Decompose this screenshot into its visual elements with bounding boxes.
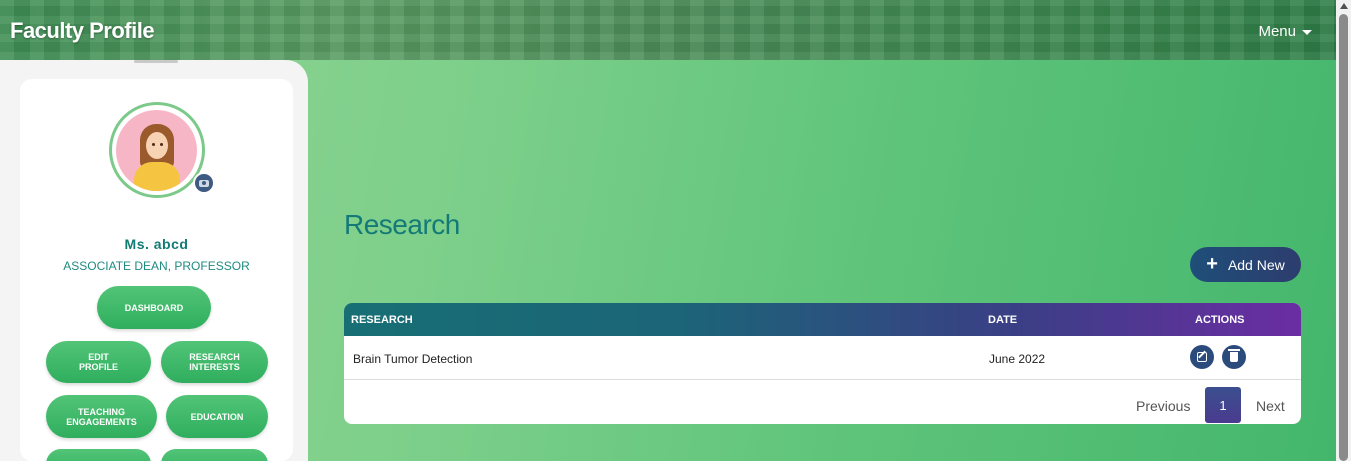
edit-profile-button[interactable]: EDIT PROFILE	[46, 341, 151, 383]
page-title: Research	[344, 209, 460, 240]
scroll-thumb[interactable]	[1339, 14, 1348, 461]
sidebar-button-partial[interactable]	[161, 449, 268, 461]
avatar	[116, 110, 197, 191]
avatar-body	[134, 162, 180, 191]
profile-name: Ms. abcd	[124, 236, 189, 252]
sidebar-button-partial[interactable]	[46, 449, 151, 461]
camera-icon	[199, 179, 209, 187]
column-header-date: DATE	[988, 314, 1018, 326]
table-row: Brain Tumor Detection June 2022	[344, 336, 1301, 380]
plus-icon: +	[1206, 252, 1218, 275]
page-number: 1	[1219, 397, 1227, 413]
research-table: RESEARCH DATE ACTIONS Brain Tumor Detect…	[344, 303, 1301, 424]
education-label: EDUCATION	[190, 411, 244, 422]
profile-role: ASSOCIATE DEAN, PROFESSOR	[63, 259, 250, 273]
scroll-up-arrow-icon[interactable]	[1340, 3, 1348, 9]
sidebar-handle	[134, 60, 178, 63]
column-header-research: RESEARCH	[351, 314, 413, 326]
edit-button[interactable]	[1190, 345, 1214, 369]
app-title[interactable]: Faculty Profile	[10, 18, 155, 44]
research-cell: Brain Tumor Detection	[353, 352, 473, 366]
add-new-button[interactable]: + Add New	[1190, 247, 1301, 282]
caret-down-icon	[1302, 30, 1312, 35]
date-cell: June 2022	[989, 352, 1046, 366]
research-interests-button[interactable]: RESEARCH INTERESTS	[161, 341, 268, 383]
edit-profile-label: EDIT PROFILE	[78, 352, 118, 372]
teaching-engagements-button[interactable]: TEACHING ENGAGEMENTS	[46, 395, 157, 438]
change-photo-button[interactable]	[193, 172, 215, 194]
pagination-previous[interactable]: Previous	[1136, 398, 1190, 414]
page-scrollbar[interactable]	[1336, 0, 1351, 461]
navbar-background-image	[0, 0, 1336, 60]
edit-icon	[1197, 352, 1207, 362]
pagination-page-1[interactable]: 1	[1205, 387, 1241, 423]
menu-dropdown[interactable]: Menu	[1258, 23, 1312, 40]
add-new-label: Add New	[1227, 256, 1285, 273]
avatar-eye	[160, 143, 163, 146]
dashboard-button[interactable]: DASHBOARD	[97, 286, 211, 329]
table-header: RESEARCH DATE ACTIONS	[344, 303, 1301, 336]
delete-button[interactable]	[1222, 345, 1246, 369]
research-interests-label: RESEARCH INTERESTS	[189, 352, 240, 372]
dashboard-label: DASHBOARD	[124, 302, 184, 313]
teaching-engagements-label: TEACHING ENGAGEMENTS	[66, 406, 137, 427]
top-navbar: Faculty Profile Menu	[0, 0, 1336, 60]
trash-icon	[1228, 349, 1240, 362]
column-header-actions: ACTIONS	[1195, 314, 1245, 326]
education-button[interactable]: EDUCATION	[166, 395, 268, 438]
avatar-eye	[152, 143, 155, 146]
avatar-face	[146, 132, 168, 159]
menu-label: Menu	[1258, 23, 1296, 40]
pagination-next[interactable]: Next	[1256, 398, 1285, 414]
